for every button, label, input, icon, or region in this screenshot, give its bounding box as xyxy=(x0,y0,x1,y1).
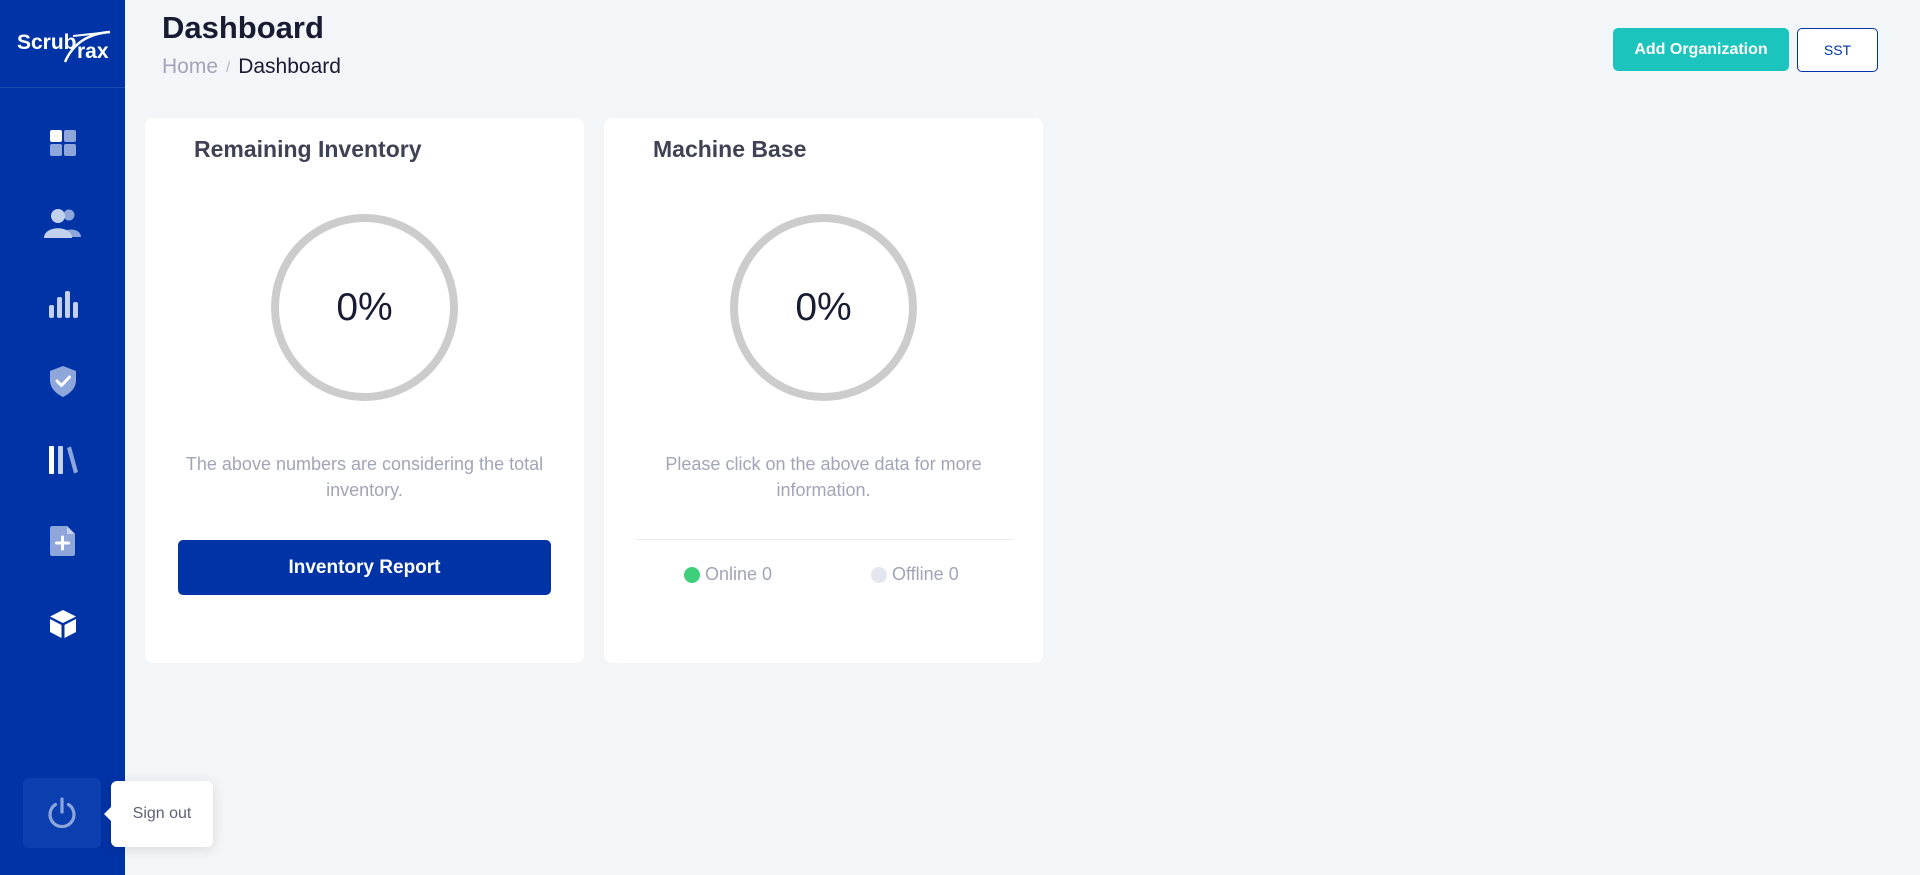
library-icon xyxy=(48,446,78,474)
breadcrumb-separator: / xyxy=(226,58,231,76)
sidebar: Scrub rax xyxy=(0,0,125,875)
breadcrumb-current: Dashboard xyxy=(238,55,341,78)
machine-note: Please click on the above data for more … xyxy=(665,454,982,500)
sidebar-item-new-document[interactable] xyxy=(0,511,125,571)
signout-tooltip-label: Sign out xyxy=(132,805,192,822)
inventory-report-button[interactable]: Inventory Report xyxy=(178,540,551,595)
inventory-note: The above numbers are considering the to… xyxy=(185,454,544,500)
sidebar-item-reports[interactable] xyxy=(0,274,125,334)
inventory-percent-value: 0% xyxy=(336,285,393,329)
shield-check-icon xyxy=(49,366,76,397)
breadcrumb: Home / Dashboard xyxy=(162,55,341,79)
divider xyxy=(636,539,1013,540)
card-title: Machine Base xyxy=(653,136,807,162)
signout-button[interactable] xyxy=(23,778,101,848)
online-dot-icon xyxy=(684,566,700,583)
machine-base-card: Machine Base 0% Please click on the abov… xyxy=(604,118,1043,663)
signout-tooltip: Sign out xyxy=(104,781,213,847)
offline-label: Offline 0 xyxy=(892,564,959,584)
svg-text:Scrub: Scrub xyxy=(17,31,77,54)
file-plus-icon xyxy=(49,526,75,556)
bar-chart-icon xyxy=(48,291,78,318)
machine-percent-value: 0% xyxy=(795,285,852,329)
users-icon xyxy=(43,209,81,238)
machine-progress-ring[interactable]: 0% xyxy=(730,214,917,401)
remaining-inventory-card: Remaining Inventory 0% The above numbers… xyxy=(145,118,584,663)
offline-status[interactable]: Offline 0 xyxy=(871,564,959,585)
scrubtrax-logo[interactable]: Scrub rax xyxy=(0,0,125,88)
page-title: Dashboard xyxy=(162,10,324,45)
cube-icon xyxy=(49,610,76,638)
breadcrumb-home[interactable]: Home xyxy=(162,55,218,79)
svg-text:rax: rax xyxy=(77,40,109,63)
sidebar-item-library[interactable] xyxy=(0,430,125,490)
online-label: Online 0 xyxy=(705,564,773,584)
sidebar-item-users[interactable] xyxy=(0,193,125,253)
power-icon xyxy=(48,797,76,829)
online-status[interactable]: Online 0 xyxy=(684,564,772,585)
card-title: Remaining Inventory xyxy=(194,136,422,162)
sst-button[interactable]: SST xyxy=(1797,28,1878,72)
inventory-progress-ring[interactable]: 0% xyxy=(271,214,458,401)
add-organization-button[interactable]: Add Organization xyxy=(1613,28,1789,71)
sidebar-item-security[interactable] xyxy=(0,351,125,411)
dashboard-icon xyxy=(49,130,76,156)
offline-dot-icon xyxy=(871,566,887,583)
sidebar-item-products[interactable] xyxy=(0,594,125,654)
sidebar-item-dashboard[interactable] xyxy=(0,113,125,173)
